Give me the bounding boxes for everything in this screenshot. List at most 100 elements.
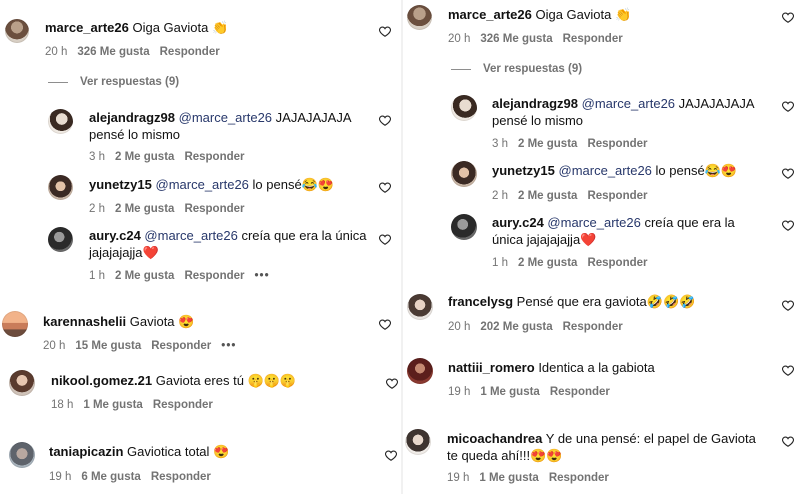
likes-count[interactable]: 326 Me gusta <box>480 33 552 45</box>
reply-button[interactable]: Responder <box>587 138 647 150</box>
view-replies-button[interactable]: Ver respuestas (9) <box>48 76 179 88</box>
mention-link[interactable]: @marce_arte26 <box>547 215 640 230</box>
comment-username[interactable]: marce_arte26 <box>45 20 129 35</box>
reply-button[interactable]: Responder <box>153 399 213 411</box>
comment-time: 19 h <box>49 471 72 483</box>
comment-username[interactable]: taniapicazin <box>49 444 123 459</box>
likes-count[interactable]: 2 Me gusta <box>115 151 174 163</box>
likes-count[interactable]: 1 Me gusta <box>480 386 539 398</box>
avatar[interactable] <box>405 429 431 455</box>
view-replies-label: Ver respuestas (9) <box>483 63 583 75</box>
avatar[interactable] <box>407 294 433 320</box>
heart-outline-icon[interactable] <box>782 365 794 376</box>
avatar[interactable] <box>5 19 29 43</box>
comment-time: 20 h <box>448 321 471 333</box>
heart-outline-icon[interactable] <box>386 378 398 389</box>
reply-button[interactable]: Responder <box>563 33 623 45</box>
reply-button[interactable]: Responder <box>549 472 609 484</box>
likes-count[interactable]: 6 Me gusta <box>81 471 140 483</box>
avatar[interactable] <box>407 5 432 30</box>
comment-username[interactable]: francelysg <box>448 294 513 309</box>
heart-outline-icon[interactable] <box>782 300 794 311</box>
comment-text: Gaviotica total 😍 <box>127 444 230 459</box>
reply-button[interactable]: Responder <box>550 386 610 398</box>
comment-time: 20 h <box>43 340 66 352</box>
reply-button[interactable]: Responder <box>184 203 244 215</box>
comment-time: 20 h <box>45 46 68 58</box>
reply-button[interactable]: Responder <box>587 257 647 269</box>
reply-button[interactable]: Responder <box>587 190 647 202</box>
avatar[interactable] <box>407 358 433 384</box>
reply-button[interactable]: Responder <box>563 321 623 333</box>
heart-outline-icon[interactable] <box>379 319 391 330</box>
view-replies-label: Ver respuestas (9) <box>80 76 180 88</box>
heart-outline-icon[interactable] <box>379 182 391 193</box>
likes-count[interactable]: 2 Me gusta <box>115 203 174 215</box>
likes-count[interactable]: 2 Me gusta <box>518 190 577 202</box>
avatar[interactable] <box>2 311 28 337</box>
heart-outline-icon[interactable] <box>782 12 794 23</box>
comment-username[interactable]: aury.c24 <box>492 215 544 230</box>
avatar[interactable] <box>451 161 477 187</box>
comment-username[interactable]: micoachandrea <box>447 431 542 446</box>
avatar[interactable] <box>451 214 477 240</box>
comment-time: 19 h <box>448 386 471 398</box>
comment-username[interactable]: nikool.gomez.21 <box>51 373 152 388</box>
reply-button[interactable]: Responder <box>184 151 244 163</box>
comment-text: Identica a la gabiota <box>538 360 655 375</box>
reply-button[interactable]: Responder <box>151 340 211 352</box>
likes-count[interactable]: 1 Me gusta <box>83 399 142 411</box>
likes-count[interactable]: 15 Me gusta <box>75 340 141 352</box>
avatar[interactable] <box>9 442 35 468</box>
likes-count[interactable]: 2 Me gusta <box>518 257 577 269</box>
comment-text: lo pensé😂😍 <box>252 177 335 192</box>
likes-count[interactable]: 2 Me gusta <box>518 138 577 150</box>
comment-text: Gaviota eres tú 🤫🤫🤫 <box>155 373 297 388</box>
divider-line <box>451 68 471 70</box>
comment-username[interactable]: nattiii_romero <box>448 360 535 375</box>
reply-button[interactable]: Responder <box>160 46 220 58</box>
comment-username[interactable]: aury.c24 <box>89 228 141 243</box>
mention-link[interactable]: @marce_arte26 <box>559 163 652 178</box>
likes-count[interactable]: 202 Me gusta <box>480 321 552 333</box>
comment-username[interactable]: yunetzy15 <box>492 163 555 178</box>
comment-username[interactable]: marce_arte26 <box>448 7 532 22</box>
heart-outline-icon[interactable] <box>385 450 397 461</box>
comment-time: 2 h <box>89 203 105 215</box>
likes-count[interactable]: 2 Me gusta <box>115 270 174 282</box>
more-options-icon[interactable]: ••• <box>221 340 236 352</box>
mention-link[interactable]: @marce_arte26 <box>582 96 675 111</box>
heart-outline-icon[interactable] <box>782 168 794 179</box>
heart-outline-icon[interactable] <box>379 234 391 245</box>
heart-outline-icon[interactable] <box>782 220 794 231</box>
left-comment-pane: marce_arte26 Oiga Gaviota 👏 20 h 326 Me … <box>0 0 403 494</box>
comment-username[interactable]: karennashelii <box>43 314 126 329</box>
heart-outline-icon[interactable] <box>782 101 794 112</box>
comment-username[interactable]: alejandragz98 <box>492 96 578 111</box>
comment-username[interactable]: alejandragz98 <box>89 110 175 125</box>
avatar[interactable] <box>9 370 35 396</box>
likes-count[interactable]: 1 Me gusta <box>479 472 538 484</box>
reply-button[interactable]: Responder <box>184 270 244 282</box>
comment-text: Oiga Gaviota 👏 <box>535 7 632 22</box>
avatar[interactable] <box>48 109 73 134</box>
mention-link[interactable]: @marce_arte26 <box>179 110 272 125</box>
mention-link[interactable]: @marce_arte26 <box>144 228 237 243</box>
heart-outline-icon[interactable] <box>379 115 391 126</box>
heart-outline-icon[interactable] <box>782 436 794 447</box>
avatar[interactable] <box>48 175 73 200</box>
mention-link[interactable]: @marce_arte26 <box>156 177 249 192</box>
view-replies-button[interactable]: Ver respuestas (9) <box>451 63 582 75</box>
heart-outline-icon[interactable] <box>379 26 391 37</box>
comment-text: Pensé que era gaviota🤣🤣🤣 <box>516 294 696 309</box>
likes-count[interactable]: 326 Me gusta <box>77 46 149 58</box>
avatar[interactable] <box>48 227 73 252</box>
avatar[interactable] <box>451 95 477 121</box>
right-comment-pane: marce_arte26 Oiga Gaviota 👏 20 h 326 Me … <box>403 0 800 494</box>
more-options-icon[interactable]: ••• <box>255 270 270 282</box>
comment-username[interactable]: yunetzy15 <box>89 177 152 192</box>
comment-time: 18 h <box>51 399 74 411</box>
comment-text: lo pensé😂😍 <box>655 163 738 178</box>
comment-time: 2 h <box>492 190 508 202</box>
reply-button[interactable]: Responder <box>151 471 211 483</box>
